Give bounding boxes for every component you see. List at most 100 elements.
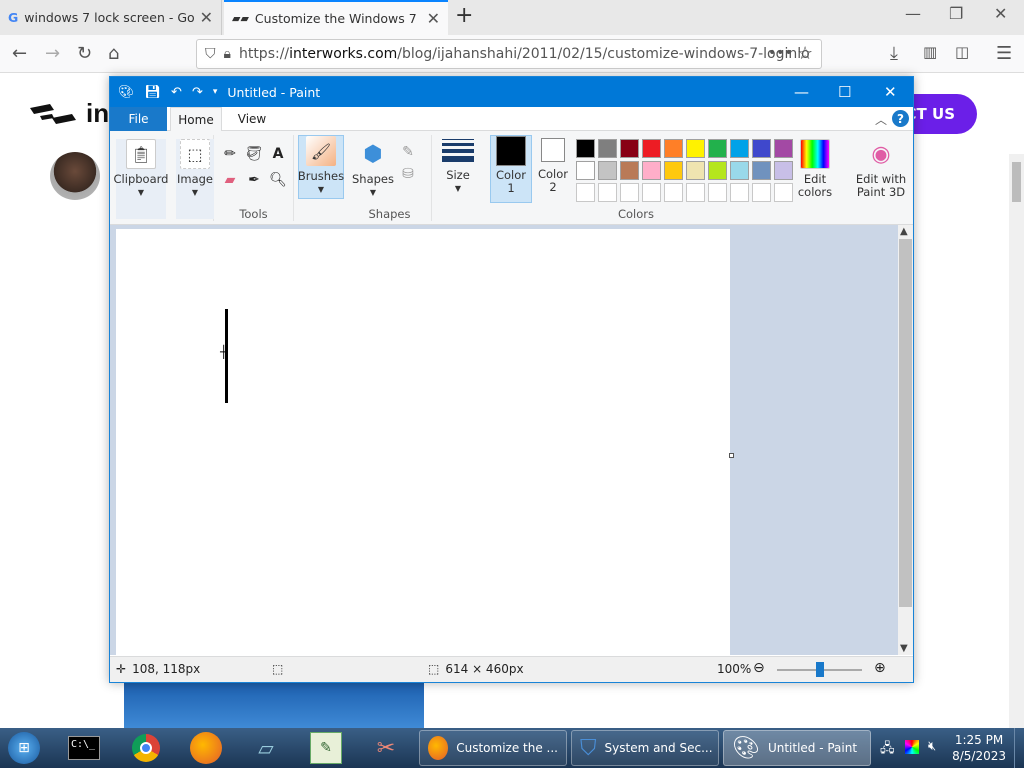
notepad-plus-icon[interactable]: ✎ xyxy=(310,732,342,764)
palette-swatch[interactable] xyxy=(576,139,595,158)
fill-icon[interactable]: 🪣︎ xyxy=(244,145,264,163)
show-desktop-button[interactable] xyxy=(1014,728,1024,768)
outline-icon[interactable]: ✎ xyxy=(398,143,418,161)
close-tab-icon[interactable]: ✕ xyxy=(427,9,440,28)
canvas-scrollbar[interactable]: ▲ ▼ xyxy=(898,225,913,655)
palette-swatch[interactable] xyxy=(620,139,639,158)
close-window-icon[interactable]: ✕ xyxy=(994,4,1007,23)
palette-swatch[interactable] xyxy=(730,161,749,180)
system-clock[interactable]: 1:25 PM 8/5/2023 xyxy=(952,732,1006,764)
sidebar-icon[interactable]: ◫ xyxy=(955,43,969,61)
app-icon[interactable]: ▱ xyxy=(250,732,282,764)
palette-swatch[interactable] xyxy=(708,139,727,158)
menu-icon[interactable]: ☰ xyxy=(996,43,1012,64)
forward-icon[interactable]: → xyxy=(45,43,60,64)
palette-swatch[interactable] xyxy=(686,183,705,202)
new-tab-icon[interactable]: + xyxy=(455,3,473,28)
more-actions-icon[interactable]: ••• xyxy=(768,45,793,61)
download-icon[interactable]: ⤓ xyxy=(890,43,898,64)
reload-icon[interactable]: ↻ xyxy=(77,43,92,64)
back-icon[interactable]: ← xyxy=(12,43,27,64)
size-button[interactable]: Size ▼ xyxy=(438,135,478,199)
palette-swatch[interactable] xyxy=(598,139,617,158)
interworks-logo[interactable]: int xyxy=(30,98,118,128)
author-avatar[interactable] xyxy=(50,152,100,200)
zoom-out-icon[interactable]: ⊖ xyxy=(753,660,765,676)
palette-swatch[interactable] xyxy=(598,183,617,202)
palette-swatch[interactable] xyxy=(664,139,683,158)
page-scrollbar[interactable] xyxy=(1009,154,1024,728)
palette-swatch[interactable] xyxy=(620,161,639,180)
volume-muted-icon[interactable]: 🔇︎ xyxy=(928,739,936,754)
pencil-icon[interactable]: ✏︎ xyxy=(220,145,240,163)
palette-swatch[interactable] xyxy=(642,139,661,158)
undo-icon[interactable]: ↶ xyxy=(171,85,182,100)
url-bar[interactable]: ⛉ 🔒︎ https://interworks.com/blog/ijahans… xyxy=(196,39,822,69)
palette-swatch[interactable] xyxy=(686,161,705,180)
redo-icon[interactable]: ↷ xyxy=(192,85,203,100)
eraser-icon[interactable]: ▰ xyxy=(220,171,240,189)
display-icon[interactable] xyxy=(905,740,919,754)
text-icon[interactable]: A xyxy=(268,145,288,163)
color2-button[interactable]: Color 2 xyxy=(534,135,572,203)
tab-view[interactable]: View xyxy=(228,107,276,131)
snipping-tool-icon[interactable]: ✂ xyxy=(370,732,402,764)
scroll-down-icon[interactable]: ▼ xyxy=(900,643,908,654)
restore-icon[interactable]: ❐ xyxy=(949,4,963,23)
palette-swatch[interactable] xyxy=(730,183,749,202)
start-button[interactable]: ⊞ xyxy=(8,732,40,764)
quick-access-dropdown-icon[interactable]: ▾ xyxy=(213,87,218,97)
browser-tab[interactable]: G windows 7 lock screen - Googl ✕ xyxy=(0,0,222,35)
palette-swatch[interactable] xyxy=(642,183,661,202)
library-icon[interactable]: ▥ xyxy=(923,43,937,61)
scrollbar-thumb[interactable] xyxy=(899,239,912,607)
edit-with-paint3d-button[interactable]: ◉ Edit with Paint 3D xyxy=(854,139,908,203)
taskbar-window-control-panel[interactable]: ⛉ System and Sec... xyxy=(571,730,719,766)
palette-swatch[interactable] xyxy=(686,139,705,158)
palette-swatch[interactable] xyxy=(664,183,683,202)
palette-swatch[interactable] xyxy=(708,161,727,180)
tab-file[interactable]: File xyxy=(110,107,167,131)
image-button[interactable]: ⬚ Image ▼ xyxy=(176,139,214,219)
browser-tab-active[interactable]: ▰▰ Customize the Windows 7 Logi ✕ xyxy=(224,0,448,35)
palette-swatch[interactable] xyxy=(752,183,771,202)
zoom-slider-thumb[interactable] xyxy=(816,662,824,677)
save-icon[interactable]: 💾︎ xyxy=(145,85,162,100)
palette-swatch[interactable] xyxy=(708,183,727,202)
network-icon[interactable]: 🖧︎ xyxy=(880,739,895,761)
color1-button[interactable]: Color 1 xyxy=(490,135,532,203)
collapse-ribbon-icon[interactable]: ︿ xyxy=(875,111,887,128)
palette-swatch[interactable] xyxy=(752,139,771,158)
taskbar-window-firefox[interactable]: Customize the ... xyxy=(419,730,567,766)
palette-swatch[interactable] xyxy=(774,183,793,202)
shapes-button[interactable]: ⬢ Shapes ▼ xyxy=(352,139,394,203)
chrome-icon[interactable] xyxy=(130,732,162,764)
cmd-icon[interactable]: C:\_ xyxy=(68,736,100,760)
close-tab-icon[interactable]: ✕ xyxy=(200,8,213,27)
paint-title-bar[interactable]: 🎨︎ 💾︎ ↶ ↷ ▾ Untitled - Paint — ☐ ✕ xyxy=(110,77,913,107)
bookmark-star-icon[interactable]: ☆ xyxy=(797,43,813,64)
fill-shape-icon[interactable]: ⛁ xyxy=(398,165,418,183)
palette-swatch[interactable] xyxy=(642,161,661,180)
palette-swatch[interactable] xyxy=(752,161,771,180)
home-icon[interactable]: ⌂ xyxy=(108,43,119,64)
palette-swatch[interactable] xyxy=(598,161,617,180)
resize-handle[interactable] xyxy=(729,453,734,458)
tab-home[interactable]: Home xyxy=(170,107,222,131)
magnifier-icon[interactable]: 🔍︎ xyxy=(268,171,288,189)
maximize-icon[interactable]: ☐ xyxy=(838,83,851,101)
firefox-icon[interactable] xyxy=(190,732,222,764)
edit-colors-button[interactable]: Edit colors xyxy=(796,139,834,203)
zoom-in-icon[interactable]: ⊕ xyxy=(874,660,886,676)
brushes-button[interactable]: 🖌︎ Brushes ▼ xyxy=(298,135,344,199)
scrollbar-thumb[interactable] xyxy=(1012,162,1021,202)
close-icon[interactable]: ✕ xyxy=(884,83,897,101)
color-picker-icon[interactable]: ✒︎ xyxy=(244,171,264,189)
paint-app-icon[interactable]: 🎨︎ xyxy=(118,85,135,100)
clipboard-button[interactable]: 📋︎ Clipboard ▼ xyxy=(114,139,168,219)
minimize-icon[interactable]: — xyxy=(905,4,921,23)
taskbar-window-paint[interactable]: 🎨︎ Untitled - Paint xyxy=(723,730,871,766)
palette-swatch[interactable] xyxy=(774,139,793,158)
palette-swatch[interactable] xyxy=(576,161,595,180)
minimize-icon[interactable]: — xyxy=(794,83,809,101)
